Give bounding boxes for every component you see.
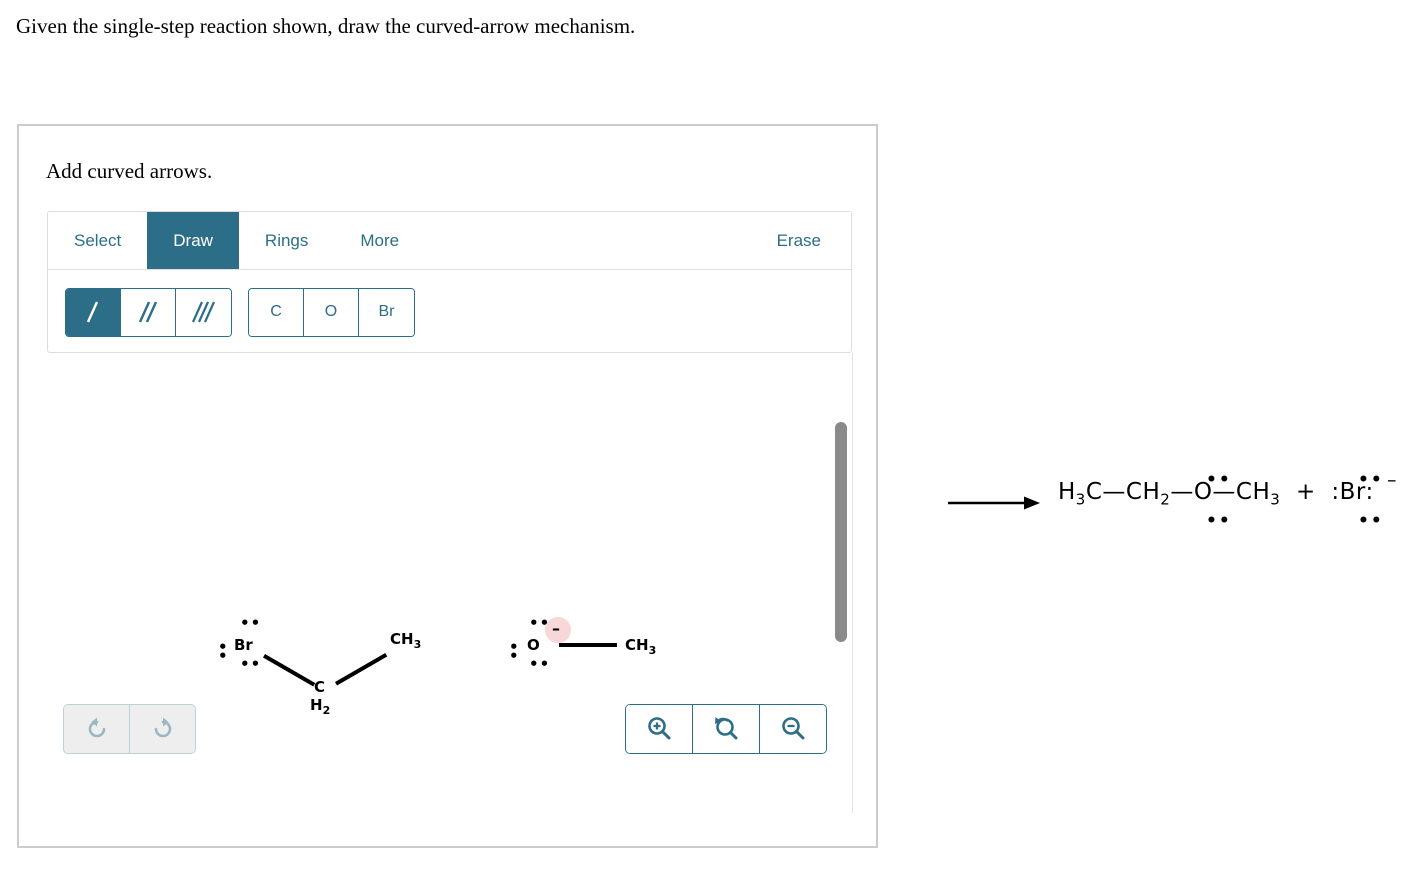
tab-draw[interactable]: Draw [147,212,239,269]
product-bond-1: — [1102,479,1126,505]
question-prompt: Given the single-step reaction shown, dr… [16,14,636,38]
triple-bond-icon [191,301,215,323]
zoom-out-button[interactable] [760,705,826,753]
canvas-scrollbar-thumb[interactable] [835,422,847,642]
atom-label-br: Br [234,636,253,654]
bond-o-ch3[interactable] [559,643,617,647]
bond-tool-group [65,287,232,337]
bromide-negative-charge: – [1387,469,1397,491]
toolbar-tab-bar: Select Draw Rings More Erase [48,212,851,270]
redo-button[interactable] [130,705,195,753]
negative-charge-o[interactable]: – [552,619,560,638]
product-bond-2: — [1170,479,1194,505]
product-ch3: CH3 [1235,479,1281,509]
product-o-lone-pair-top: •• [1206,470,1232,490]
double-bond-button[interactable] [121,288,176,336]
o-lone-pair-left: • • [509,638,520,665]
zoom-reset-icon [715,717,738,740]
molecule-bromoethane[interactable]: •• • • Br •• C H2 CH3 [202,598,432,718]
canvas-divider [852,353,853,813]
atom-label-ch2-c: C [314,678,326,696]
br-lone-pair-top: •• [240,614,262,632]
bond-ch2-ch3[interactable] [335,653,388,686]
sketcher-toolbar: Select Draw Rings More Erase C O Br [47,211,852,353]
element-tool-group: C O Br [248,287,415,337]
history-button-group [63,704,196,754]
atom-label-methoxide-ch3: CH3 [625,636,657,657]
tab-rings[interactable]: Rings [238,212,335,269]
sketcher-instruction: Add curved arrows. [46,159,213,183]
triple-bond-button[interactable] [176,288,231,336]
br-lone-pair-bottom: •• [240,655,262,673]
toolbar-tool-row: C O Br [48,270,851,354]
zoom-in-icon [648,717,671,740]
atom-label-ch3: CH3 [390,630,422,651]
bromide-lone-pair-bottom: •• [1358,511,1384,531]
reaction-arrow-icon [948,496,1040,510]
single-bond-button[interactable] [66,288,121,336]
reaction-product-display: H3C—CH2—O—CH3 + :Br: •• •• •• •• – [940,455,1410,555]
product-plus: + [1295,479,1316,505]
redo-icon [154,717,171,738]
double-bond-icon [138,301,158,323]
single-bond-icon [86,301,99,323]
element-button-c[interactable]: C [249,288,304,336]
undo-button[interactable] [64,705,130,753]
element-button-o[interactable]: O [304,288,359,336]
molecule-sketcher-panel: Add curved arrows. Select Draw Rings Mor… [17,124,878,848]
o-lone-pair-bottom: •• [529,655,551,673]
tab-erase[interactable]: Erase [750,212,851,269]
element-button-br[interactable]: Br [359,288,414,336]
tab-bar-spacer [425,212,750,269]
zoom-out-icon [782,717,805,740]
bond-br-ch2[interactable] [263,654,316,687]
zoom-reset-button[interactable] [693,705,760,753]
bromide-lone-pair-top: •• [1358,470,1384,490]
zoom-button-group [625,704,827,754]
tab-select[interactable]: Select [48,212,148,269]
product-ch2: CH2 [1125,479,1171,509]
atom-label-ch2-h: H2 [310,696,331,717]
undo-icon [88,717,105,738]
product-o-lone-pair-bottom: •• [1206,511,1232,531]
molecule-methoxide[interactable]: •• • • O •• – CH3 [497,598,677,688]
zoom-in-button[interactable] [626,705,693,753]
br-lone-pair-left: • • [218,638,229,665]
atom-label-o: O [527,636,540,654]
product-h3c: H3C [1058,479,1103,509]
tab-more[interactable]: More [334,212,426,269]
